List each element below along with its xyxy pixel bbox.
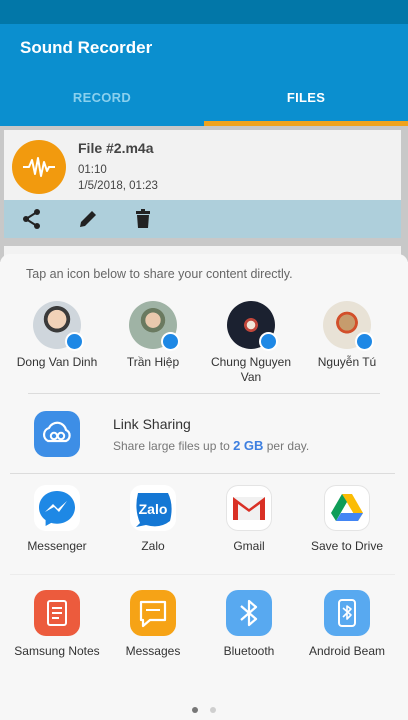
- app-label: Zalo: [141, 539, 165, 553]
- share-app-messenger[interactable]: Messenger: [6, 485, 108, 553]
- link-sharing-description: Share large files up to 2 GB per day.: [113, 438, 309, 453]
- tab-files[interactable]: FILES: [204, 90, 408, 105]
- messenger-badge-icon: [161, 332, 180, 351]
- app-bar: Sound Recorder RECORD FILES: [0, 24, 408, 126]
- page-dot-active[interactable]: [192, 707, 198, 713]
- link-desc-suffix: per day.: [263, 439, 310, 453]
- link-sharing-title[interactable]: Link Sharing: [113, 416, 191, 432]
- page-dot[interactable]: [210, 707, 216, 713]
- status-bar: [0, 0, 408, 24]
- messenger-badge-icon: [259, 332, 278, 351]
- share-hint: Tap an icon below to share your content …: [26, 267, 293, 281]
- share-app-save-to-drive[interactable]: Save to Drive: [296, 485, 398, 553]
- recording-card[interactable]: File #2.m4a 01:10 1/5/2018, 01:23: [4, 130, 401, 238]
- app-title: Sound Recorder: [20, 38, 153, 57]
- recordings-list: File #2.m4a 01:10 1/5/2018, 01:23: [0, 126, 408, 266]
- contact-nguyen-tu[interactable]: Nguyễn Tú: [296, 301, 398, 370]
- share-app-bluetooth[interactable]: Bluetooth: [198, 590, 300, 658]
- samsung-notes-icon: [34, 590, 80, 636]
- share-app-messages[interactable]: Messages: [102, 590, 204, 658]
- edit-icon[interactable]: [76, 207, 100, 231]
- delete-icon[interactable]: [131, 207, 155, 231]
- divider: [10, 574, 395, 575]
- avatar: [33, 301, 84, 351]
- drive-icon: [324, 485, 370, 531]
- recording-date: 1/5/2018, 01:23: [78, 180, 158, 192]
- recording-actions: [4, 200, 401, 238]
- gmail-icon: [226, 485, 272, 531]
- app-label: Messages: [125, 644, 181, 658]
- contact-name: Nguyễn Tú: [317, 355, 377, 369]
- messages-icon: [130, 590, 176, 636]
- app-label: Android Beam: [308, 644, 386, 658]
- recording-name: File #2.m4a: [78, 140, 154, 156]
- link-size-limit: 2 GB: [233, 438, 264, 453]
- share-app-android-beam[interactable]: Android Beam: [296, 590, 398, 658]
- app-label: Samsung Notes: [14, 644, 100, 658]
- link-sharing-icon[interactable]: [34, 411, 80, 457]
- avatar: [323, 301, 374, 351]
- share-sheet: Tap an icon below to share your content …: [0, 254, 408, 720]
- link-desc-prefix: Share large files up to: [113, 439, 234, 453]
- contact-name: Dong Van Dinh: [16, 355, 98, 369]
- divider: [28, 393, 380, 394]
- contact-dong-van-dinh[interactable]: Dong Van Dinh: [6, 301, 108, 370]
- messenger-badge-icon: [65, 332, 84, 351]
- audio-waveform-icon: [12, 140, 66, 194]
- share-icon[interactable]: [20, 207, 44, 231]
- messenger-icon: [34, 485, 80, 531]
- divider: [10, 473, 395, 474]
- page-indicator: [0, 700, 408, 718]
- avatar: [227, 301, 278, 351]
- app-label: Gmail: [233, 539, 265, 553]
- recording-duration: 01:10: [78, 164, 107, 176]
- avatar: [129, 301, 180, 351]
- share-app-gmail[interactable]: Gmail: [198, 485, 300, 553]
- contact-tran-hiep[interactable]: Trần Hiệp: [102, 301, 204, 370]
- contact-name: Trần Hiệp: [126, 355, 180, 369]
- bluetooth-icon: [226, 590, 272, 636]
- android-beam-icon: [324, 590, 370, 636]
- app-label: Messenger: [27, 539, 87, 553]
- app-label: Save to Drive: [310, 539, 384, 553]
- messenger-badge-icon: [355, 332, 374, 351]
- zalo-icon: Zalo: [130, 485, 176, 531]
- contact-chung-nguyen-van[interactable]: Chung Nguyen Van: [200, 301, 302, 385]
- app-label: Bluetooth: [223, 644, 275, 658]
- svg-text:Zalo: Zalo: [139, 501, 168, 517]
- tab-record[interactable]: RECORD: [0, 90, 204, 105]
- share-app-zalo[interactable]: Zalo Zalo: [102, 485, 204, 553]
- contact-name: Chung Nguyen Van: [210, 355, 292, 384]
- share-app-samsung-notes[interactable]: Samsung Notes: [6, 590, 108, 658]
